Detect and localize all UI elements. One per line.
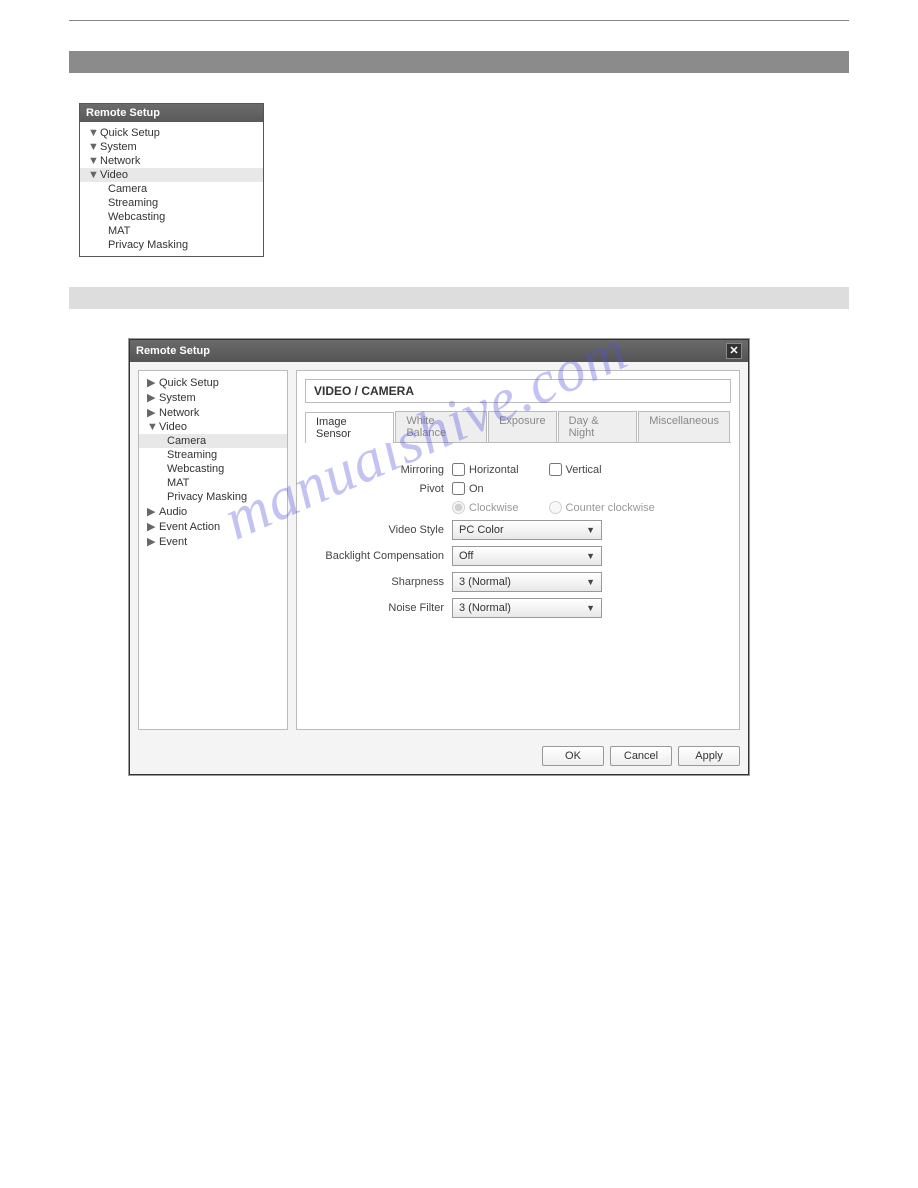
- tree-item-streaming[interactable]: Streaming: [80, 196, 263, 210]
- sharpness-dropdown[interactable]: 3 (Normal) ▼: [452, 572, 602, 592]
- horizontal-checkbox-input[interactable]: [452, 463, 465, 476]
- remote-setup-small-panel: Remote Setup ▼Quick Setup ▼System ▼Netwo…: [79, 103, 264, 257]
- noise-filter-label: Noise Filter: [317, 602, 452, 614]
- collapse-icon: ▼: [88, 155, 98, 167]
- dtree-event[interactable]: ▶Event: [139, 534, 287, 549]
- form-area: Mirroring Horizontal Vertical Pivot On: [297, 443, 739, 729]
- tree-item-system[interactable]: ▼System: [80, 140, 263, 154]
- collapse-icon: ▼: [88, 141, 98, 153]
- tab-white-balance[interactable]: White Balance: [395, 411, 487, 442]
- dtree-event-action[interactable]: ▶Event Action: [139, 519, 287, 534]
- counter-clockwise-radio[interactable]: Counter clockwise: [549, 501, 655, 514]
- on-checkbox-input[interactable]: [452, 482, 465, 495]
- close-button[interactable]: ✕: [726, 343, 742, 359]
- expand-icon: ▶: [147, 391, 157, 404]
- sharpness-label: Sharpness: [317, 576, 452, 588]
- expand-icon: ▶: [147, 520, 157, 533]
- tree-item-webcasting[interactable]: Webcasting: [80, 210, 263, 224]
- clockwise-radio[interactable]: Clockwise: [452, 501, 519, 514]
- dtree-video[interactable]: ▼Video: [139, 420, 287, 434]
- dtree-audio[interactable]: ▶Audio: [139, 504, 287, 519]
- tree-item-privacy-masking[interactable]: Privacy Masking: [80, 238, 263, 252]
- backlight-dropdown[interactable]: Off ▼: [452, 546, 602, 566]
- tab-image-sensor[interactable]: Image Sensor: [305, 412, 394, 443]
- section-bar-2: [69, 287, 849, 309]
- tab-day-night[interactable]: Day & Night: [558, 411, 638, 442]
- counter-clockwise-radio-input[interactable]: [549, 501, 562, 514]
- dtree-system[interactable]: ▶System: [139, 390, 287, 405]
- content-title: VIDEO / CAMERA: [305, 379, 731, 403]
- dtree-quick-setup[interactable]: ▶Quick Setup: [139, 375, 287, 390]
- ok-button[interactable]: OK: [542, 746, 604, 766]
- apply-button[interactable]: Apply: [678, 746, 740, 766]
- dialog-footer: OK Cancel Apply: [130, 738, 748, 774]
- collapse-icon: ▼: [88, 127, 98, 139]
- dtree-webcasting[interactable]: Webcasting: [139, 462, 287, 476]
- vertical-checkbox[interactable]: Vertical: [549, 463, 602, 476]
- tab-exposure[interactable]: Exposure: [488, 411, 556, 442]
- chevron-down-icon: ▼: [586, 525, 595, 535]
- tree-item-quick-setup[interactable]: ▼Quick Setup: [80, 126, 263, 140]
- close-icon: ✕: [729, 345, 738, 357]
- dtree-camera[interactable]: Camera: [139, 434, 287, 448]
- vertical-checkbox-input[interactable]: [549, 463, 562, 476]
- content-panel: VIDEO / CAMERA Image Sensor White Balanc…: [296, 370, 740, 730]
- tree-item-network[interactable]: ▼Network: [80, 154, 263, 168]
- pivot-label: Pivot: [317, 483, 452, 495]
- dtree-mat[interactable]: MAT: [139, 476, 287, 490]
- tree-1: ▼Quick Setup ▼System ▼Network ▼Video Cam…: [80, 122, 263, 256]
- dtree-network[interactable]: ▶Network: [139, 405, 287, 420]
- cancel-button[interactable]: Cancel: [610, 746, 672, 766]
- dialog-title-text: Remote Setup: [136, 345, 210, 357]
- clockwise-radio-input[interactable]: [452, 501, 465, 514]
- expand-icon: ▶: [147, 535, 157, 548]
- expand-icon: ▶: [147, 505, 157, 518]
- chevron-down-icon: ▼: [586, 603, 595, 613]
- dialog-tree: ▶Quick Setup ▶System ▶Network ▼Video Cam…: [138, 370, 288, 730]
- remote-setup-dialog: Remote Setup ✕ ▶Quick Setup ▶System ▶Net…: [129, 339, 749, 775]
- section-bar-1: [69, 51, 849, 73]
- tree-item-mat[interactable]: MAT: [80, 224, 263, 238]
- collapse-icon: ▼: [147, 421, 157, 433]
- video-style-label: Video Style: [317, 524, 452, 536]
- tab-miscellaneous[interactable]: Miscellaneous: [638, 411, 730, 442]
- tab-bar: Image Sensor White Balance Exposure Day …: [305, 411, 731, 443]
- panel-title: Remote Setup: [80, 104, 263, 122]
- tree-item-video[interactable]: ▼Video: [80, 168, 263, 182]
- chevron-down-icon: ▼: [586, 551, 595, 561]
- tree-item-camera[interactable]: Camera: [80, 182, 263, 196]
- top-divider: [69, 20, 849, 21]
- video-style-dropdown[interactable]: PC Color ▼: [452, 520, 602, 540]
- noise-filter-dropdown[interactable]: 3 (Normal) ▼: [452, 598, 602, 618]
- dtree-privacy-masking[interactable]: Privacy Masking: [139, 490, 287, 504]
- expand-icon: ▼: [88, 169, 98, 181]
- expand-icon: ▶: [147, 376, 157, 389]
- on-checkbox[interactable]: On: [452, 482, 484, 495]
- expand-icon: ▶: [147, 406, 157, 419]
- dtree-streaming[interactable]: Streaming: [139, 448, 287, 462]
- horizontal-checkbox[interactable]: Horizontal: [452, 463, 519, 476]
- mirroring-label: Mirroring: [317, 464, 452, 476]
- dialog-titlebar: Remote Setup ✕: [130, 340, 748, 362]
- chevron-down-icon: ▼: [586, 577, 595, 587]
- backlight-label: Backlight Compensation: [317, 550, 452, 562]
